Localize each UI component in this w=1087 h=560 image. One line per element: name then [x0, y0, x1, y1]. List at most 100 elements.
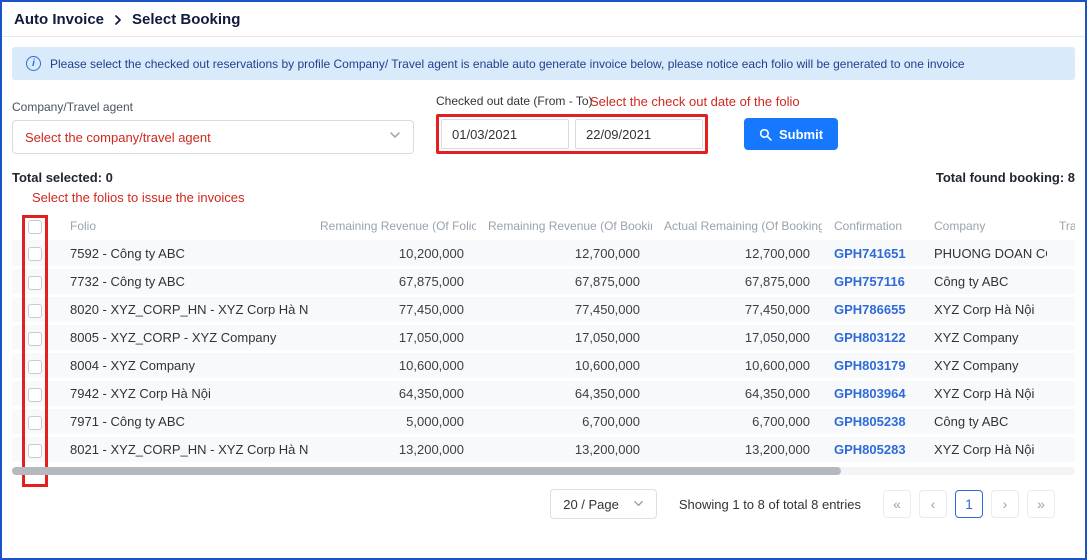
annotation-date-note: Select the check out date of the folio [590, 94, 800, 109]
remaining-revenue-booking-cell: 6,700,000 [476, 408, 652, 436]
header-folio: Folio [58, 211, 308, 240]
horizontal-scrollbar-thumb[interactable] [12, 467, 841, 475]
actual-remaining-cell: 12,700,000 [652, 240, 822, 268]
horizontal-scrollbar[interactable] [12, 467, 1075, 475]
total-selected-text: Total selected: 0 [12, 170, 113, 185]
row-checkbox[interactable] [28, 332, 42, 346]
page-size-select[interactable]: 20 / Page [550, 489, 657, 519]
page-buttons: « ‹ 1 › » [883, 490, 1055, 518]
remaining-revenue-folio-cell: 13,200,000 [308, 436, 476, 464]
remaining-revenue-booking-cell: 17,050,000 [476, 324, 652, 352]
company-cell: XYZ Corp Hà Nội [922, 296, 1047, 324]
bookings-table-section: Select the folios to issue the invoices … [12, 189, 1075, 465]
company-cell: XYZ Company [922, 352, 1047, 380]
bookings-table-container: Folio Remaining Revenue (Of Folio) Remai… [12, 211, 1075, 465]
company-cell: XYZ Company [922, 324, 1047, 352]
folio-cell: 7971 - Công ty ABC [58, 408, 308, 436]
info-banner-text: Please select the checked out reservatio… [50, 57, 965, 71]
confirmation-link[interactable]: GPH757116 [822, 268, 922, 296]
row-checkbox[interactable] [28, 388, 42, 402]
actual-remaining-cell: 67,875,000 [652, 268, 822, 296]
travel-agent-cell [1047, 324, 1075, 352]
last-page-button[interactable]: » [1027, 490, 1055, 518]
folio-cell: 7592 - Công ty ABC [58, 240, 308, 268]
company-select[interactable]: Select the company/travel agent [12, 120, 414, 154]
header-actual-remaining: Actual Remaining (Of Booking) [652, 211, 822, 240]
showing-entries-text: Showing 1 to 8 of total 8 entries [679, 497, 861, 512]
remaining-revenue-booking-cell: 10,600,000 [476, 352, 652, 380]
row-checkbox[interactable] [28, 304, 42, 318]
total-found-text: Total found booking: 8 [936, 170, 1075, 185]
remaining-revenue-folio-cell: 64,350,000 [308, 380, 476, 408]
table-body: 7592 - Công ty ABC 10,200,000 12,700,000… [12, 240, 1075, 464]
remaining-revenue-folio-cell: 67,875,000 [308, 268, 476, 296]
chevron-right-icon [112, 14, 124, 26]
breadcrumb-auto-invoice[interactable]: Auto Invoice [14, 11, 104, 28]
row-checkbox[interactable] [28, 444, 42, 458]
row-checkbox[interactable] [28, 276, 42, 290]
confirmation-link[interactable]: GPH803179 [822, 352, 922, 380]
folio-cell: 8021 - XYZ_CORP_HN - XYZ Corp Hà Nội [58, 436, 308, 464]
table-row: 7732 - Công ty ABC 67,875,000 67,875,000… [12, 268, 1075, 296]
confirmation-link[interactable]: GPH803122 [822, 324, 922, 352]
travel-agent-cell [1047, 240, 1075, 268]
confirmation-link[interactable]: GPH786655 [822, 296, 922, 324]
prev-page-button[interactable]: ‹ [919, 490, 947, 518]
submit-button[interactable]: Submit [744, 118, 838, 150]
actual-remaining-cell: 10,600,000 [652, 352, 822, 380]
breadcrumb-select-booking: Select Booking [132, 11, 240, 28]
company-field-label: Company/Travel agent [12, 100, 414, 114]
table-row: 8020 - XYZ_CORP_HN - XYZ Corp Hà Nội 77,… [12, 296, 1075, 324]
remaining-revenue-folio-cell: 10,200,000 [308, 240, 476, 268]
table-row: 7942 - XYZ Corp Hà Nội 64,350,000 64,350… [12, 380, 1075, 408]
row-checkbox[interactable] [28, 247, 42, 261]
annotation-folios-note: Select the folios to issue the invoices [32, 189, 1075, 207]
table-row: 8021 - XYZ_CORP_HN - XYZ Corp Hà Nội 13,… [12, 436, 1075, 464]
travel-agent-cell [1047, 352, 1075, 380]
auto-invoice-page: Auto Invoice Select Booking i Please sel… [0, 0, 1087, 560]
remaining-revenue-folio-cell: 77,450,000 [308, 296, 476, 324]
date-to-input[interactable] [575, 119, 703, 149]
chevron-down-icon [389, 128, 401, 146]
header-remaining-revenue-booking: Remaining Revenue (Of Booking) [476, 211, 652, 240]
confirmation-link[interactable]: GPH805238 [822, 408, 922, 436]
breadcrumb: Auto Invoice Select Booking [2, 2, 1085, 37]
actual-remaining-cell: 6,700,000 [652, 408, 822, 436]
pagination-bar: 20 / Page Showing 1 to 8 of total 8 entr… [12, 489, 1075, 519]
remaining-revenue-booking-cell: 67,875,000 [476, 268, 652, 296]
remaining-revenue-booking-cell: 77,450,000 [476, 296, 652, 324]
remaining-revenue-booking-cell: 13,200,000 [476, 436, 652, 464]
select-all-checkbox[interactable] [28, 220, 42, 234]
info-icon: i [26, 56, 41, 71]
table-row: 7592 - Công ty ABC 10,200,000 12,700,000… [12, 240, 1075, 268]
remaining-revenue-folio-cell: 5,000,000 [308, 408, 476, 436]
annotation-box-dates [436, 114, 708, 154]
company-select-placeholder: Select the company/travel agent [25, 130, 211, 145]
next-page-button[interactable]: › [991, 490, 1019, 518]
chevron-down-icon [633, 497, 644, 512]
date-from-input[interactable] [441, 119, 569, 149]
remaining-revenue-booking-cell: 64,350,000 [476, 380, 652, 408]
company-cell: XYZ Corp Hà Nội [922, 380, 1047, 408]
header-company: Company [922, 211, 1047, 240]
table-row: 8004 - XYZ Company 10,600,000 10,600,000… [12, 352, 1075, 380]
confirmation-link[interactable]: GPH741651 [822, 240, 922, 268]
page-size-value: 20 / Page [563, 497, 619, 512]
confirmation-link[interactable]: GPH805283 [822, 436, 922, 464]
confirmation-link[interactable]: GPH803964 [822, 380, 922, 408]
travel-agent-cell [1047, 436, 1075, 464]
travel-agent-cell [1047, 296, 1075, 324]
table-header-row: Folio Remaining Revenue (Of Folio) Remai… [12, 211, 1075, 240]
remaining-revenue-folio-cell: 10,600,000 [308, 352, 476, 380]
current-page-button[interactable]: 1 [955, 490, 983, 518]
folio-cell: 8020 - XYZ_CORP_HN - XYZ Corp Hà Nội [58, 296, 308, 324]
row-checkbox[interactable] [28, 416, 42, 430]
table-row: 7971 - Công ty ABC 5,000,000 6,700,000 6… [12, 408, 1075, 436]
actual-remaining-cell: 64,350,000 [652, 380, 822, 408]
first-page-button[interactable]: « [883, 490, 911, 518]
company-cell: Công ty ABC [922, 268, 1047, 296]
folio-cell: 8005 - XYZ_CORP - XYZ Company [58, 324, 308, 352]
row-checkbox[interactable] [28, 360, 42, 374]
header-remaining-revenue-folio: Remaining Revenue (Of Folio) [308, 211, 476, 240]
folio-cell: 7942 - XYZ Corp Hà Nội [58, 380, 308, 408]
